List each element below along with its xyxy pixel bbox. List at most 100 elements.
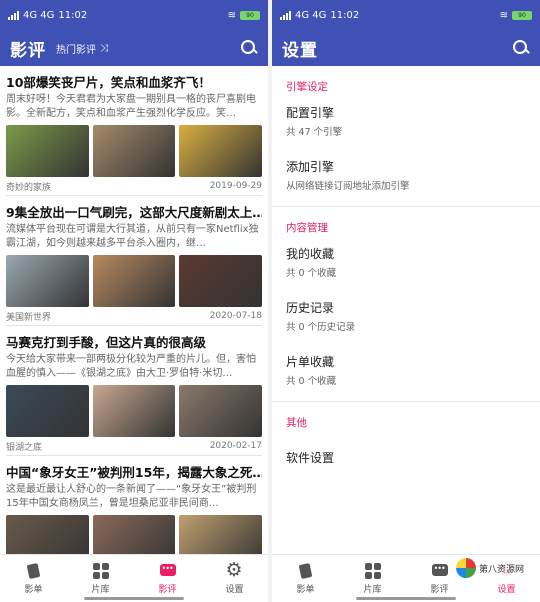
review-card[interactable]: 9集全放出一口气刷完，这部大尺度新剧太上… 流媒体平台现在可谓是大行其道，从前只有…: [6, 196, 263, 326]
reviews-screen: 4G 4G 11:02 ≋ 90 影评 热门影评 ⤨ 10部爆笑丧尸片，笑点和血…: [0, 0, 268, 602]
home-indicator: [356, 597, 456, 600]
movie-still-image: [179, 385, 263, 437]
review-thumbnails: [6, 385, 263, 437]
settings-item-subtitle: 共 0 个收藏: [286, 268, 337, 279]
grid-icon: [364, 562, 381, 579]
settings-item-subtitle: 共 0 个历史记录: [286, 322, 356, 333]
settings-item-title: 配置引擎: [286, 106, 335, 120]
section-header: 引擎设定: [286, 81, 328, 93]
network-text: 4G 4G: [23, 9, 55, 21]
movie-still-image: [6, 255, 89, 307]
nav-label: 影评: [158, 584, 177, 595]
review-summary: 这是最近最让人舒心的一条新闻了——“象牙女王”被判刑15年中国女商杨凤兰，曾是坦…: [6, 484, 257, 509]
toolbar: 设置: [272, 30, 540, 66]
bottom-nav: 影单 片库 影评 设置: [0, 554, 268, 602]
settings-item-title: 历史记录: [286, 301, 335, 315]
review-date: 2020-02-17: [209, 441, 262, 451]
settings-item[interactable]: 历史记录共 0 个历史记录: [272, 289, 540, 343]
review-source: 银湖之底: [6, 442, 43, 453]
wifi-icon: ≋: [499, 9, 508, 21]
nav-item-playlists[interactable]: 影单: [0, 555, 67, 602]
watermark-logo-icon: [455, 558, 476, 578]
section-header: 内容管理: [286, 222, 328, 234]
review-card[interactable]: 10部爆笑丧尸片，笑点和血浆齐飞！ 周末好呀！今天君君为大家盘一期别具一格的丧尸喜…: [6, 66, 263, 196]
review-title: 马赛克打到手酸，但这片真的很高级: [6, 335, 207, 350]
nav-label: 片库: [91, 584, 110, 595]
hot-reviews-filter[interactable]: 热门影评: [56, 41, 96, 56]
nav-item-settings[interactable]: 设置: [201, 555, 268, 602]
page-title: 影评: [10, 40, 46, 61]
nav-item-playlists[interactable]: 影单: [272, 555, 339, 602]
search-icon[interactable]: [512, 39, 530, 57]
nav-label: 影单: [296, 584, 315, 595]
status-bar: 4G 4G 11:02 ≋ 90: [0, 0, 268, 30]
review-date: 2020-07-18: [209, 311, 262, 321]
settings-screen: 4G 4G 11:02 ≋ 90 设置 引擎设定 配置引擎共 47 个引擎 添加引擎…: [272, 0, 540, 602]
movie-still-image: [179, 515, 263, 554]
section-header: 其他: [286, 417, 307, 429]
watermark-text: 第八资源网: [478, 564, 524, 575]
review-thumbnails: [6, 515, 263, 554]
gear-icon: [226, 559, 243, 581]
card-icon: [26, 563, 42, 579]
nav-item-reviews[interactable]: 影评: [134, 555, 201, 602]
nav-label: 设置: [225, 584, 244, 595]
app-bar: 4G 4G 11:02 ≋ 90 影评 热门影评 ⤨: [0, 0, 268, 66]
nav-label: 影评: [430, 584, 449, 595]
review-title: 中国“象牙女王”被判刑15年，揭露大象之死…: [6, 465, 262, 480]
nav-item-library[interactable]: 片库: [67, 555, 134, 602]
review-feed[interactable]: 10部爆笑丧尸片，笑点和血浆齐飞！ 周末好呀！今天君君为大家盘一期别具一格的丧尸喜…: [0, 66, 268, 554]
review-card[interactable]: 中国“象牙女王”被判刑15年，揭露大象之死… 这是最近最让人舒心的一条新闻了——“…: [6, 456, 263, 554]
review-card[interactable]: 马赛克打到手酸，但这片真的很高级今天给大家带来一部两极分化较为严重的片儿。但，害…: [6, 326, 263, 456]
status-time: 11:02: [58, 9, 88, 21]
chat-icon: [159, 563, 176, 579]
review-summary: 今天给大家带来一部两极分化较为严重的片儿。但，害怕血腥的慎入——《银湖之底》由大…: [6, 354, 256, 379]
movie-still-image: [179, 125, 263, 177]
grid-icon: [92, 562, 109, 579]
movie-still-image: [92, 515, 176, 554]
page-title: 设置: [282, 40, 318, 61]
wifi-icon: ≋: [227, 9, 236, 21]
review-date: 2019-09-29: [209, 181, 262, 191]
movie-still-image: [6, 385, 89, 437]
nav-label: 设置: [497, 584, 516, 595]
search-icon[interactable]: [240, 39, 258, 57]
review-meta: 奇妙的家族 2019-09-29: [6, 177, 262, 195]
settings-item[interactable]: 软件设置: [272, 430, 540, 484]
settings-item-subtitle: 共 0 个收藏: [286, 376, 337, 387]
watermark: 第八资源网: [451, 556, 528, 580]
review-title: 10部爆笑丧尸片，笑点和血浆齐飞！: [6, 75, 211, 90]
review-thumbnails: [6, 255, 263, 307]
review-meta: 银湖之底 2020-02-17: [6, 437, 262, 455]
nav-label: 片库: [363, 584, 382, 595]
movie-still-image: [92, 125, 176, 177]
settings-item-subtitle: 共 47 个引擎: [286, 127, 343, 138]
shuffle-icon[interactable]: ⤨: [100, 43, 108, 54]
toolbar: 影评 热门影评 ⤨: [0, 30, 268, 66]
nav-item-library[interactable]: 片库: [339, 555, 406, 602]
network-text: 4G 4G: [295, 9, 327, 21]
review-summary: 周末好呀！今天君君为大家盘一期别具一格的丧尸喜剧电影。全新配方，笑点和血浆产生强…: [6, 94, 256, 119]
review-title: 9集全放出一口气刷完，这部大尺度新剧太上…: [6, 205, 262, 220]
settings-item[interactable]: 我的收藏共 0 个收藏: [272, 235, 540, 289]
chat-icon: [431, 563, 448, 579]
settings-item-title: 片单收藏: [286, 355, 335, 369]
movie-still-image: [92, 385, 176, 437]
nav-label: 影单: [24, 584, 43, 595]
settings-item-subtitle: 从网络链接订阅地址添加引擎: [286, 181, 410, 192]
signal-icon: [280, 10, 291, 20]
settings-item[interactable]: 片单收藏共 0 个收藏: [272, 343, 540, 397]
settings-item[interactable]: 配置引擎共 47 个引擎: [272, 94, 540, 148]
settings-item[interactable]: 添加引擎从网络链接订阅地址添加引擎: [272, 148, 540, 202]
review-meta: 美国新世界 2020-07-18: [6, 307, 262, 325]
settings-item-title: 我的收藏: [286, 247, 335, 261]
review-summary: 流媒体平台现在可谓是大行其道，从前只有一家Netflix独霸江湖，如今则越来越多…: [6, 224, 259, 249]
movie-still-image: [179, 255, 263, 307]
movie-still-image: [6, 125, 89, 177]
movie-still-image: [92, 255, 176, 307]
settings-item-title: 软件设置: [286, 450, 335, 465]
settings-item-title: 添加引擎: [286, 160, 335, 174]
app-bar: 4G 4G 11:02 ≋ 90 设置: [272, 0, 540, 66]
movie-still-image: [6, 515, 89, 554]
settings-list: 引擎设定 配置引擎共 47 个引擎 添加引擎 从网络链接订阅地址添加引擎 内容管理 我的收…: [272, 66, 540, 554]
